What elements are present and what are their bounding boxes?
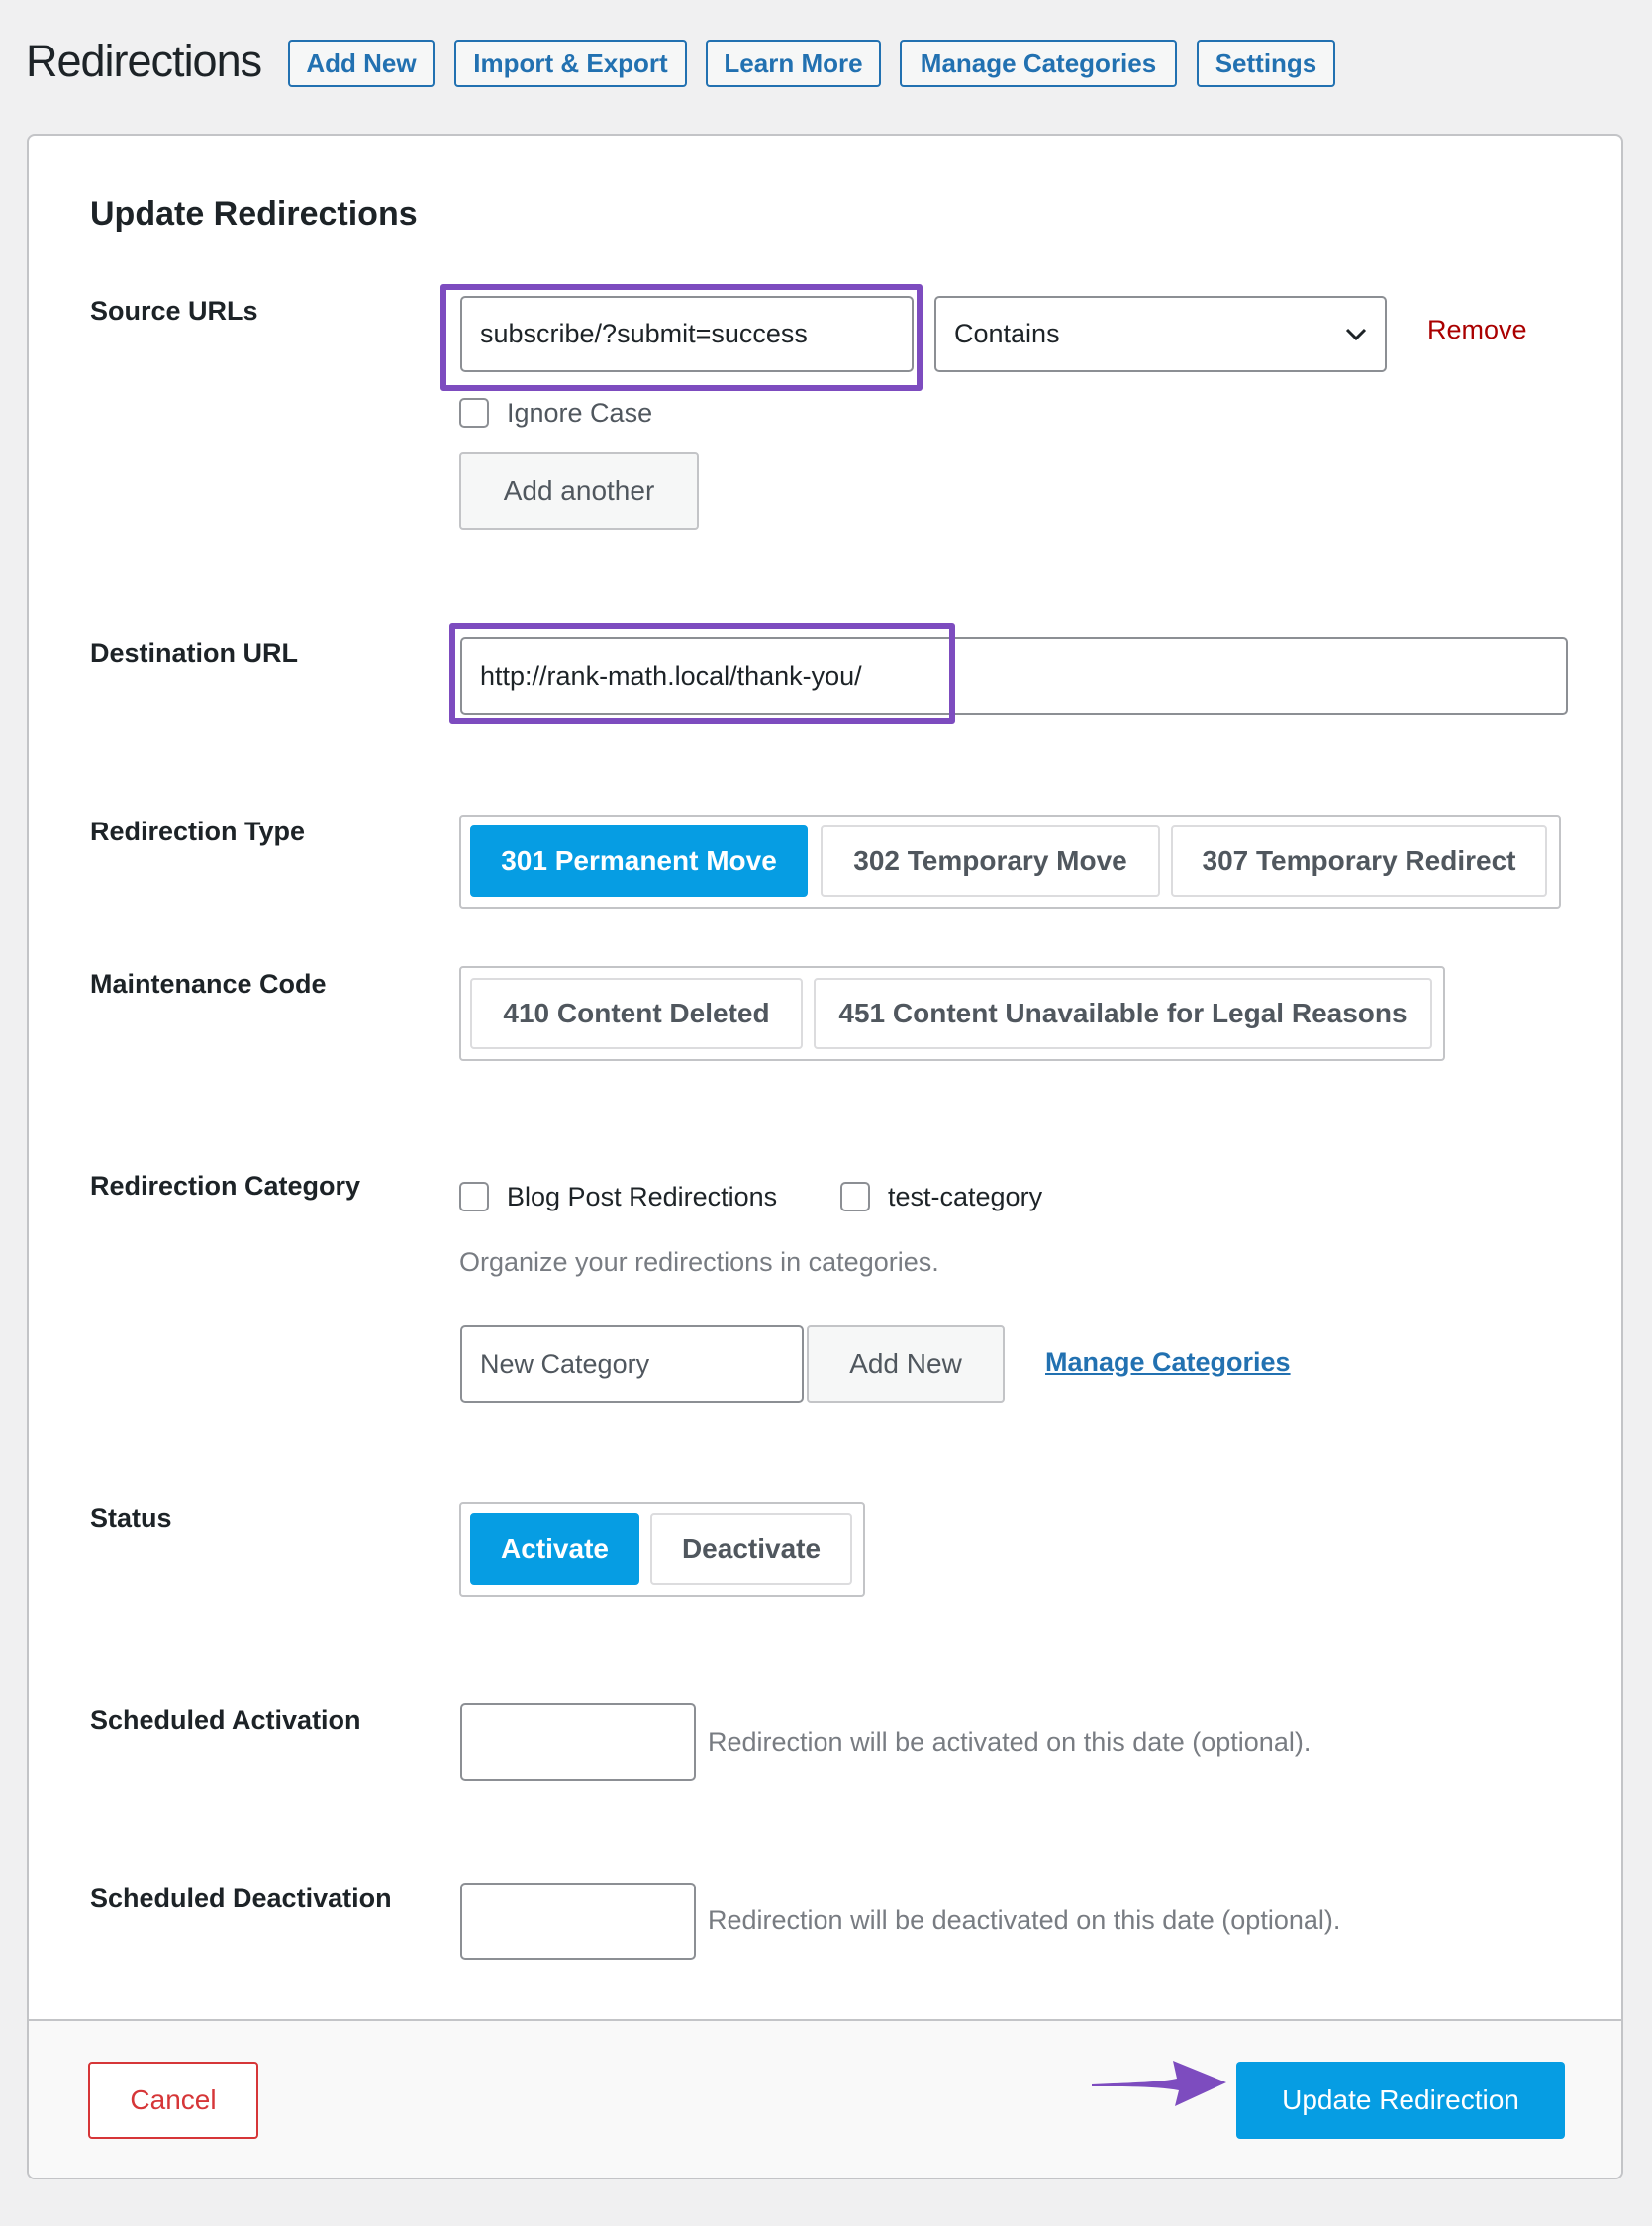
import-export-button[interactable]: Import & Export: [454, 40, 687, 87]
scheduled-deactivation-help: Redirection will be deactivated on this …: [708, 1905, 1341, 1935]
type-302-button[interactable]: 302 Temporary Move: [821, 825, 1160, 897]
scheduled-deactivation-input[interactable]: [460, 1883, 696, 1960]
category-label: Blog Post Redirections: [507, 1182, 778, 1211]
category-label: test-category: [888, 1182, 1043, 1211]
maintenance-code-label: Maintenance Code: [90, 969, 327, 999]
remove-link[interactable]: Remove: [1427, 315, 1527, 345]
category-checkbox[interactable]: [459, 1182, 489, 1211]
redirection-type-label: Redirection Type: [90, 817, 306, 846]
type-301-button[interactable]: 301 Permanent Move: [470, 825, 808, 897]
manage-categories-button[interactable]: Manage Categories: [900, 40, 1177, 87]
source-url-input[interactable]: subscribe/?submit=success: [460, 296, 914, 372]
update-redirection-button[interactable]: Update Redirection: [1236, 2062, 1565, 2139]
match-type-select[interactable]: Contains: [934, 296, 1387, 372]
ignore-case-checkbox[interactable]: [459, 398, 489, 428]
redirection-category-label: Redirection Category: [90, 1171, 361, 1201]
form-footer: Cancel Update Redirection: [29, 2019, 1621, 2178]
highlight-box: [449, 623, 955, 724]
add-another-button[interactable]: Add another: [459, 452, 699, 530]
status-label: Status: [90, 1503, 172, 1533]
redirection-form-panel: Update Redirections Source URLs subscrib…: [27, 134, 1623, 2179]
chevron-down-icon: [1345, 328, 1367, 340]
ignore-case-label: Ignore Case: [507, 398, 653, 428]
deactivate-button[interactable]: Deactivate: [650, 1513, 852, 1585]
category-help-text: Organize your redirections in categories…: [459, 1247, 939, 1277]
new-category-input[interactable]: New Category: [460, 1325, 804, 1403]
form-heading: Update Redirections: [90, 195, 418, 233]
activate-button[interactable]: Activate: [470, 1513, 639, 1585]
scheduled-deactivation-label: Scheduled Deactivation: [90, 1884, 392, 1913]
source-urls-label: Source URLs: [90, 296, 258, 326]
match-type-value: Contains: [954, 319, 1060, 348]
page-title: Redirections: [26, 36, 262, 86]
code-410-button[interactable]: 410 Content Deleted: [470, 978, 803, 1049]
add-category-button[interactable]: Add New: [807, 1325, 1005, 1403]
destination-url-label: Destination URL: [90, 638, 299, 668]
arrow-annotation-icon: [1092, 2061, 1226, 2106]
category-checkbox[interactable]: [840, 1182, 870, 1211]
type-307-button[interactable]: 307 Temporary Redirect: [1171, 825, 1547, 897]
scheduled-activation-help: Redirection will be activated on this da…: [708, 1727, 1312, 1757]
learn-more-button[interactable]: Learn More: [706, 40, 881, 87]
settings-button[interactable]: Settings: [1197, 40, 1335, 87]
scheduled-activation-input[interactable]: [460, 1703, 696, 1781]
code-451-button[interactable]: 451 Content Unavailable for Legal Reason…: [814, 978, 1432, 1049]
cancel-button[interactable]: Cancel: [88, 2062, 258, 2139]
scheduled-activation-label: Scheduled Activation: [90, 1705, 361, 1735]
add-new-button[interactable]: Add New: [288, 40, 435, 87]
manage-categories-link[interactable]: Manage Categories: [1045, 1347, 1291, 1378]
